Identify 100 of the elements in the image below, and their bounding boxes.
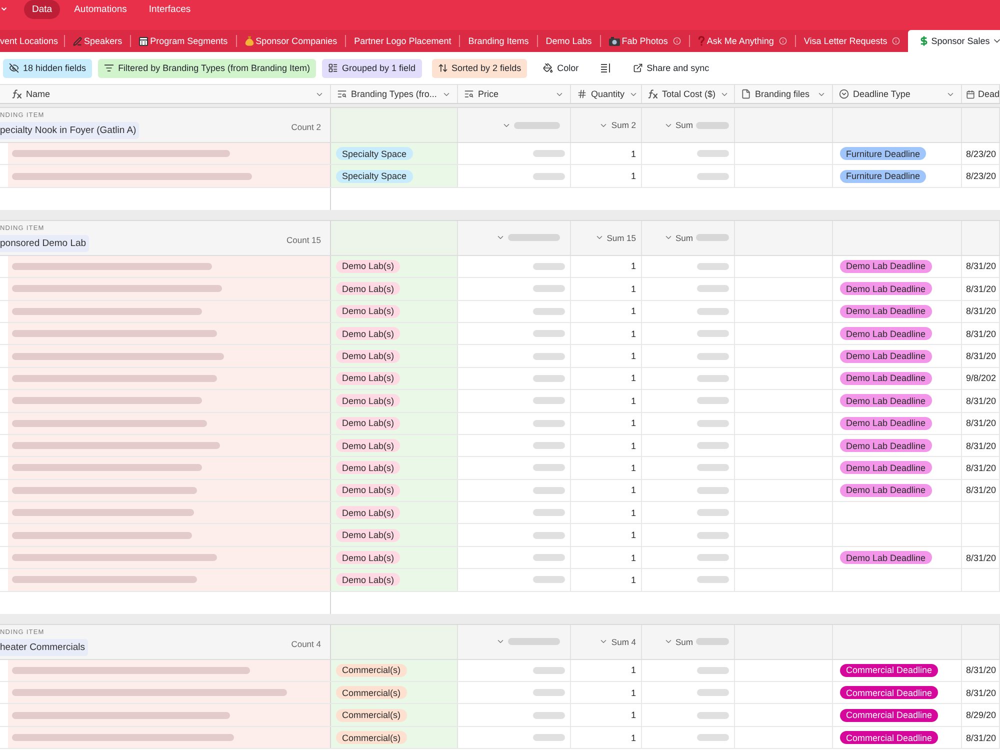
table-cell: 8/31/20 xyxy=(962,457,1000,479)
column-header[interactable]: Deadline Type xyxy=(853,89,942,99)
blurred-text xyxy=(533,308,565,315)
table-tab[interactable]: Sponsor Companies xyxy=(236,30,346,52)
table-cell: 8/31/20 xyxy=(962,546,1000,568)
hidden-button[interactable]: 18 hidden fields xyxy=(3,58,92,78)
text-search-icon xyxy=(337,89,347,99)
group-count: Count 2 xyxy=(291,122,321,132)
blurred-text xyxy=(697,352,729,360)
column-header[interactable]: Dead xyxy=(978,89,999,99)
blurred-text xyxy=(533,734,565,741)
table-cell: 8/31/20 xyxy=(962,726,1000,748)
nav-tab[interactable]: Interfaces xyxy=(140,0,199,19)
deadline-type-tag: Furniture Deadline xyxy=(840,147,926,160)
color-button[interactable]: Color xyxy=(537,58,585,78)
blurred-text xyxy=(533,532,565,539)
sort-icon xyxy=(438,63,448,73)
table-tab[interactable]: Demo Labs xyxy=(538,30,600,52)
branding-type-tag: Specialty Space xyxy=(336,170,413,183)
branding-type-tag: Demo Lab(s) xyxy=(336,260,400,273)
table-cell: 8/23/20 xyxy=(962,143,1000,164)
blurred-text xyxy=(533,397,565,404)
table-tab[interactable]: Program Segments xyxy=(131,30,236,52)
table-tab[interactable]: Speakers xyxy=(65,30,130,52)
deadline-type-tag: Furniture Deadline xyxy=(840,170,926,183)
blurred-text xyxy=(697,689,729,696)
deadline-type-tag: Commercial Deadline xyxy=(840,664,938,677)
table-tab[interactable]: Fab Photos xyxy=(600,30,689,52)
formula-icon xyxy=(12,89,22,99)
group-button[interactable]: Grouped by 1 field xyxy=(322,58,422,78)
deadline-type-tag: Demo Lab Deadline xyxy=(840,282,932,296)
table-cell: 8/31/20 xyxy=(962,322,1000,344)
share-button[interactable]: Share and sync xyxy=(626,58,716,78)
branding-type-tag: Demo Lab(s) xyxy=(336,350,400,363)
chevron-down-icon[interactable] xyxy=(0,5,8,13)
deadline-type-tag: Demo Lab Deadline xyxy=(840,327,932,340)
blurred-text xyxy=(508,234,560,242)
blurred-text xyxy=(697,734,729,741)
branding-type-tag: Demo Lab(s) xyxy=(336,484,400,497)
column-header[interactable]: Branding Types (fro... xyxy=(351,89,438,99)
column-header[interactable]: Quantity xyxy=(591,89,625,99)
branding-type-tag: Commercial(s) xyxy=(336,731,406,744)
table-tab[interactable]: Sponsor Sales xyxy=(908,30,1000,52)
column-header[interactable]: Total Cost ($) xyxy=(662,89,716,99)
table-tab[interactable]: Ask Me Anything xyxy=(690,30,795,52)
branding-type-tag: Demo Lab(s) xyxy=(336,528,400,542)
summary-value: Sum xyxy=(676,232,693,243)
share-icon xyxy=(632,63,643,73)
branding-type-tag: Commercial(s) xyxy=(336,686,406,700)
table-cell: 1 xyxy=(571,546,642,568)
deadline-type-tag: Demo Lab Deadline xyxy=(840,484,932,497)
blurred-text xyxy=(697,666,729,674)
table-cell: 1 xyxy=(571,300,642,322)
table-cell: 1 xyxy=(571,256,642,278)
deadline-type-tag: Demo Lab Deadline xyxy=(840,394,932,408)
deadline-type-tag: Demo Lab Deadline xyxy=(840,416,932,430)
branding-type-tag: Demo Lab(s) xyxy=(336,461,400,474)
file-icon xyxy=(741,89,751,99)
table-tab[interactable]: Branding Items xyxy=(460,30,537,52)
blurred-text xyxy=(533,712,565,719)
blurred-text xyxy=(533,509,565,516)
nav-tab[interactable]: Automations xyxy=(66,0,135,19)
column-header[interactable]: Branding files xyxy=(755,89,813,99)
blurred-text xyxy=(697,442,729,450)
money-bag-icon xyxy=(244,36,254,46)
blurred-text xyxy=(533,464,565,472)
table-cell: 8/23/20 xyxy=(962,165,1000,187)
column-header[interactable]: Price xyxy=(478,89,551,99)
table-tab[interactable]: vent Locations xyxy=(0,30,64,52)
blurred-text xyxy=(533,262,565,270)
table-tab[interactable]: Visa Letter Requests xyxy=(796,30,908,52)
deadline-type-tag: Demo Lab Deadline xyxy=(840,461,932,474)
blurred-text xyxy=(697,397,729,404)
table-cell: 1 xyxy=(571,457,642,479)
eye-off-icon xyxy=(9,63,19,73)
branding-type-tag: Demo Lab(s) xyxy=(336,282,400,296)
table-cell: 1 xyxy=(571,660,642,682)
branding-type-tag: Demo Lab(s) xyxy=(336,551,400,564)
table-tab[interactable]: Partner Logo Placement xyxy=(346,30,460,52)
sort-button[interactable]: Sorted by 2 fields xyxy=(432,58,528,78)
table-cell: 1 xyxy=(571,682,642,704)
blurred-text xyxy=(697,486,729,494)
branding-type-tag: Demo Lab(s) xyxy=(336,394,400,408)
blurred-text xyxy=(697,576,729,584)
summary-value: Sum xyxy=(676,636,693,647)
nav-tab[interactable]: Data xyxy=(24,0,60,19)
table-cell: 1 xyxy=(571,322,642,344)
summary-value: Sum 4 xyxy=(611,636,636,647)
blurred-text xyxy=(533,689,565,696)
column-header[interactable]: Name xyxy=(26,89,311,99)
calendar-icon xyxy=(966,90,975,98)
blurred-text xyxy=(697,554,729,562)
list-icon xyxy=(328,63,338,73)
table-cell: 8/31/20 xyxy=(962,412,1000,434)
blurred-text xyxy=(533,576,565,584)
filter-button[interactable]: Filtered by Branding Types (from Branding Item) xyxy=(98,58,316,78)
blurred-text xyxy=(533,554,565,562)
table-cell: 1 xyxy=(571,704,642,726)
formula-icon xyxy=(648,89,658,99)
blurred-text xyxy=(696,638,729,646)
